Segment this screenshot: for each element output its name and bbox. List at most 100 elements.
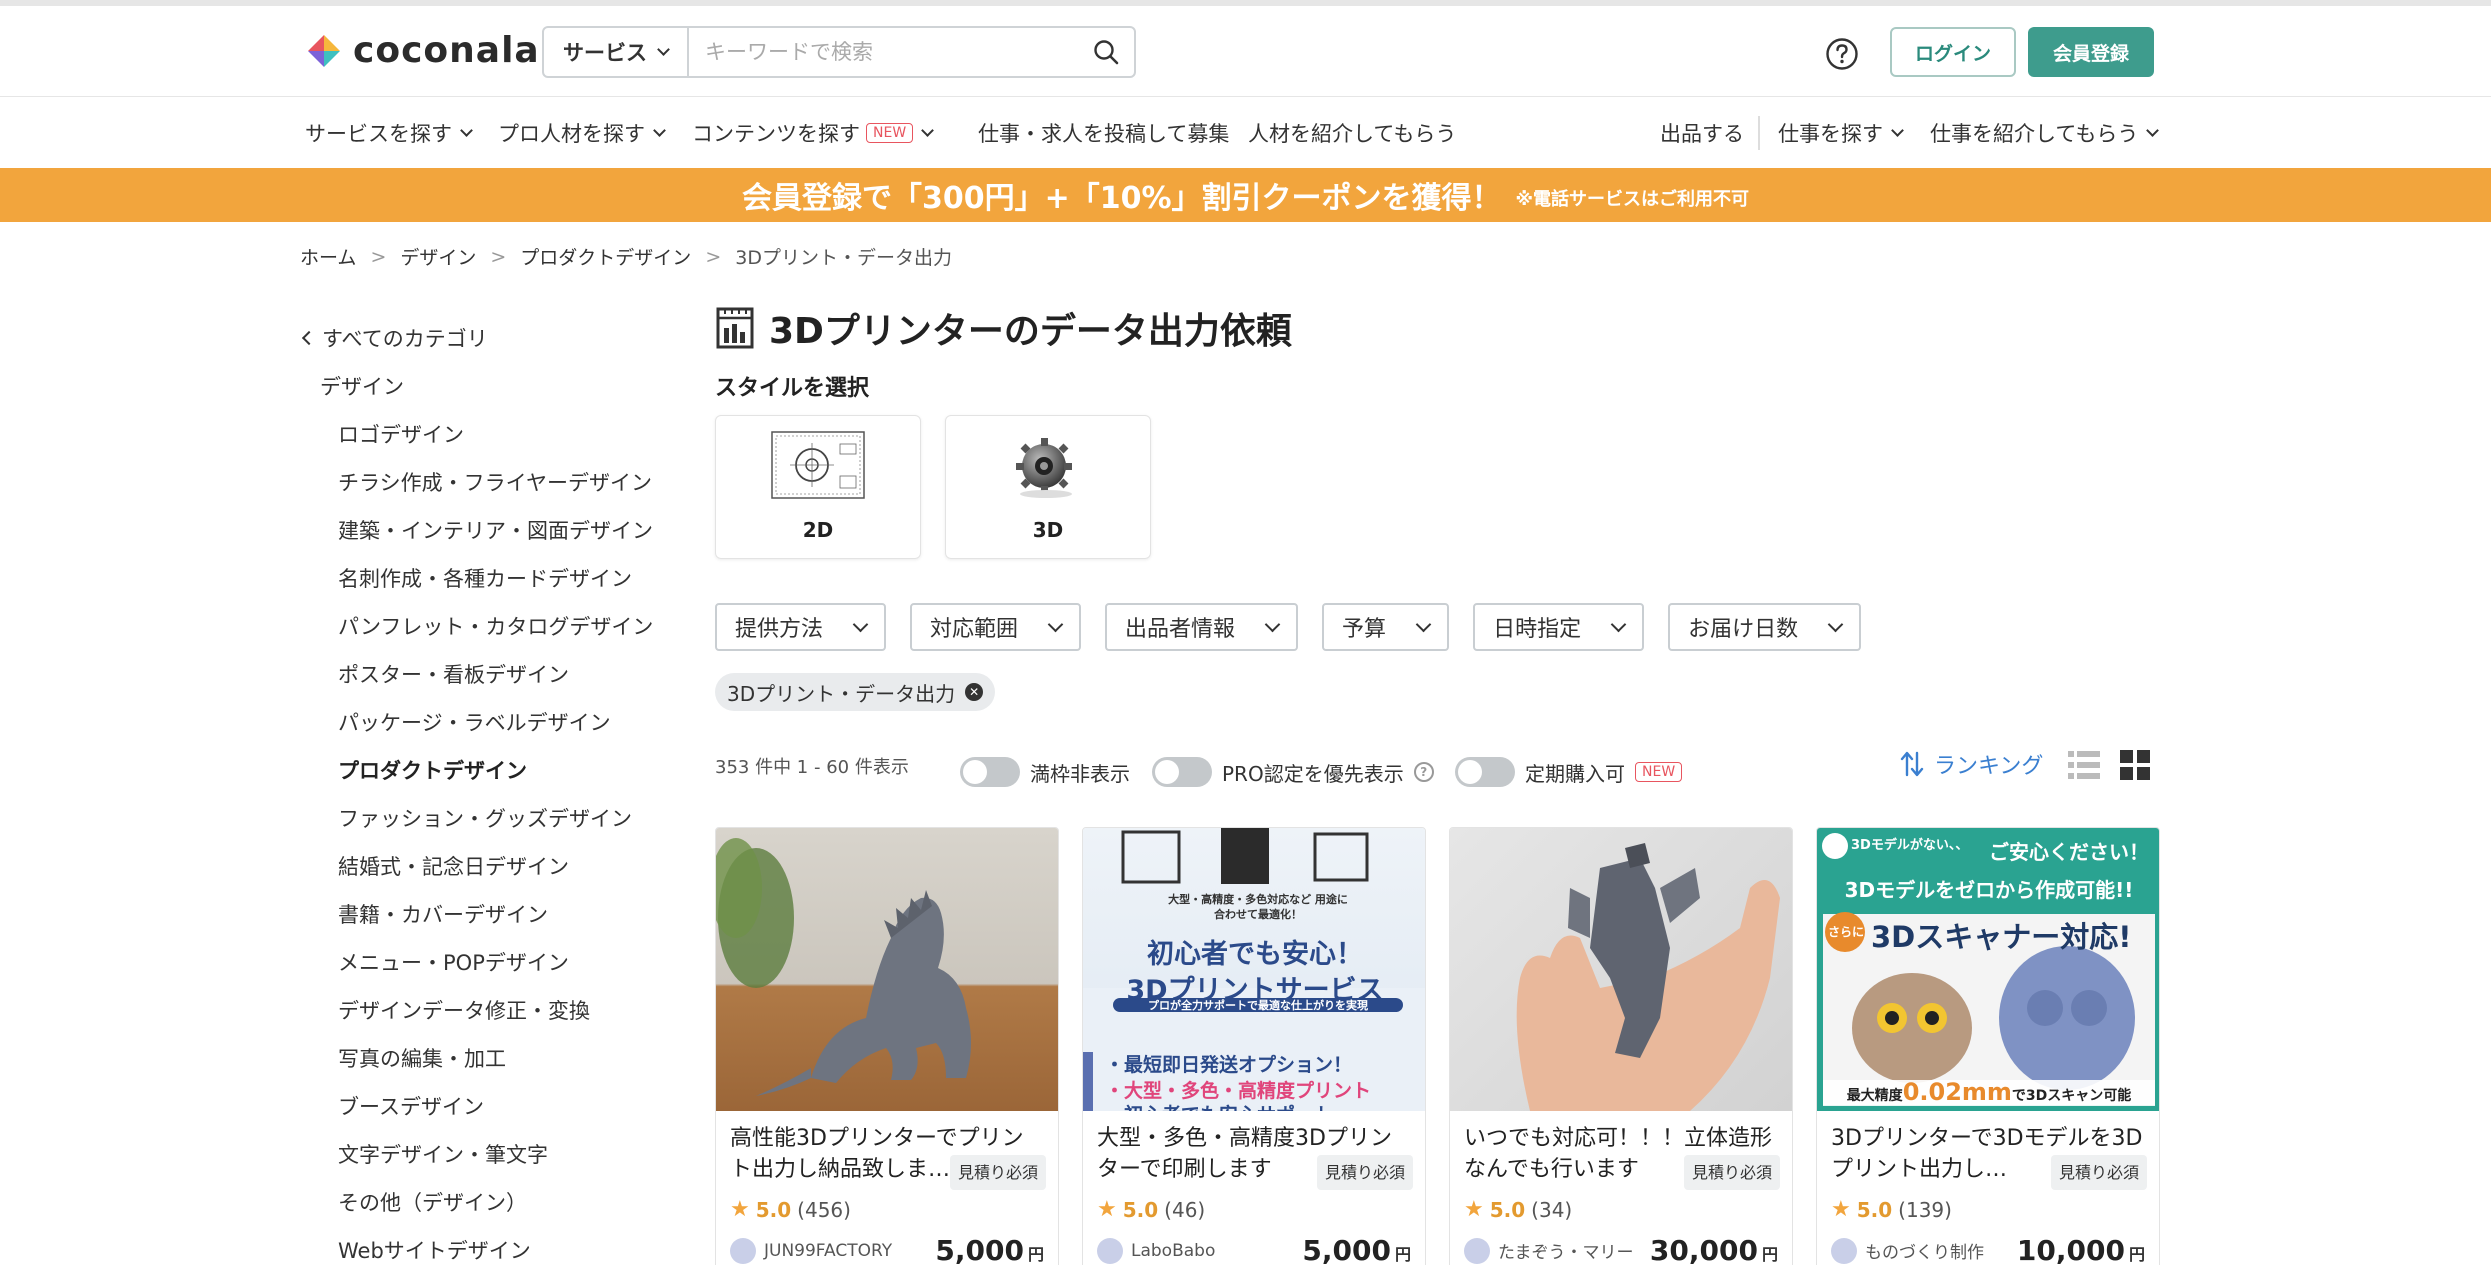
- signup-button[interactable]: 会員登録: [2028, 27, 2154, 77]
- sidebar-item-architecture-design[interactable]: 建築・インテリア・図面デザイン: [300, 506, 680, 554]
- search-category-select[interactable]: サービス: [544, 28, 689, 76]
- toggle-switch[interactable]: [1455, 757, 1515, 787]
- toggle-pro-priority[interactable]: PRO認定を優先表示 ?: [1152, 757, 1434, 787]
- promo-strip: プロが全力サポートで最適な仕上がりを実現: [1148, 999, 1368, 1012]
- breadcrumb-separator: >: [705, 245, 722, 268]
- list-view-icon[interactable]: [2068, 750, 2100, 780]
- sidebar-item-menu-design[interactable]: メニュー・POPデザイン: [300, 938, 680, 986]
- active-filter-label: 3Dプリント・データ出力: [727, 681, 956, 706]
- service-card[interactable]: 3Dモデルがない、、 ご安心ください！ 3Dモデルをゼロから作成可能!! さらに…: [1816, 827, 2160, 1265]
- style-card-2d[interactable]: 2D: [715, 415, 921, 559]
- promo-bottom-suffix: で3Dスキャン可能: [2011, 1088, 2132, 1104]
- new-badge: NEW: [1635, 762, 1683, 782]
- sidebar-item-wedding-design[interactable]: 結婚式・記念日デザイン: [300, 842, 680, 890]
- question-icon[interactable]: ?: [1413, 762, 1434, 782]
- seller-name[interactable]: LaboBabo: [1131, 1241, 1215, 1261]
- sidebar-item-other-design[interactable]: その他（デザイン）: [300, 1178, 680, 1226]
- filter-scope[interactable]: 対応範囲: [910, 603, 1082, 651]
- service-title[interactable]: いつでも対応可！！！立体造形なんでも行います 見積り必須: [1450, 1111, 1792, 1193]
- sidebar-item-photo-edit[interactable]: 写真の編集・加工: [300, 1034, 680, 1082]
- sidebar-item-card-design[interactable]: 名刺作成・各種カードデザイン: [300, 554, 680, 602]
- service-image-robot-figure[interactable]: [1450, 828, 1792, 1111]
- filter-delivery-method[interactable]: 提供方法: [715, 603, 887, 651]
- sidebar-item-data-fix[interactable]: デザインデータ修正・変換: [300, 986, 680, 1034]
- service-title[interactable]: 大型・多色・高精度3Dプリンターで印刷します 見積り必須: [1083, 1111, 1425, 1193]
- nav-search-contents[interactable]: コンテンツを探す NEW: [692, 97, 935, 168]
- toggle-switch[interactable]: [1152, 757, 1212, 787]
- close-icon[interactable]: ✕: [965, 683, 984, 701]
- avatar[interactable]: [1831, 1237, 1857, 1264]
- sidebar-item-lettering-design[interactable]: 文字デザイン・筆文字: [300, 1130, 680, 1178]
- logo-text: coconala: [353, 30, 540, 71]
- avatar[interactable]: [1097, 1237, 1123, 1264]
- estimate-badge: 見積り必須: [2050, 1155, 2147, 1190]
- promo-bottom-prefix: 最大精度: [1846, 1088, 1903, 1104]
- toggle-label: 満枠非表示: [1030, 761, 1130, 786]
- nav-label: プロ人材を探す: [498, 121, 645, 146]
- price: 5,000 円: [1302, 1234, 1411, 1265]
- review-count: (34): [1531, 1197, 1573, 1222]
- sort-ranking[interactable]: ランキング: [1900, 748, 2043, 780]
- service-card[interactable]: 大型・高精度・多色対応など 用途に合わせて最適化！ 初心者でも安心！ 3Dプリン…: [1082, 827, 1426, 1265]
- sidebar-item-fashion-design[interactable]: ファッション・グッズデザイン: [300, 794, 680, 842]
- service-card[interactable]: いつでも対応可！！！立体造形なんでも行います 見積り必須 ★ 5.0 (34) …: [1449, 827, 1793, 1265]
- sidebar-item-web-design[interactable]: Webサイトデザイン: [300, 1226, 680, 1265]
- search-input[interactable]: [689, 28, 1078, 76]
- avatar[interactable]: [730, 1237, 756, 1264]
- service-image-godzilla[interactable]: [716, 828, 1058, 1111]
- service-image-3d-scanner[interactable]: 3Dモデルがない、、 ご安心ください！ 3Dモデルをゼロから作成可能!! さらに…: [1817, 828, 2159, 1111]
- search-button[interactable]: [1078, 28, 1134, 76]
- nav-sell[interactable]: 出品する: [1660, 97, 1744, 168]
- toggle-subscription[interactable]: 定期購入可 NEW: [1455, 757, 1683, 787]
- rating: ★ 5.0 (139): [1817, 1193, 2159, 1226]
- sidebar-all-categories[interactable]: すべてのカテゴリ: [300, 314, 680, 362]
- service-title[interactable]: 高性能3Dプリンターでプリント出力し納品致しま… 見積り必須: [716, 1111, 1058, 1193]
- seller-row: JUN99FACTORY 5,000 円: [716, 1226, 1058, 1265]
- price-currency: 円: [2128, 1245, 2145, 1264]
- promo-banner[interactable]: 会員登録で「300円」+「10%」割引クーポンを獲得！ ※電話サービスはご利用不…: [0, 168, 2491, 222]
- service-card[interactable]: 高性能3Dプリンターでプリント出力し納品致しま… 見積り必須 ★ 5.0 (45…: [715, 827, 1059, 1265]
- nav-find-work[interactable]: 仕事を探す: [1778, 97, 1904, 168]
- rating-score: 5.0: [1856, 1197, 1893, 1222]
- seller-name[interactable]: JUN99FACTORY: [764, 1241, 892, 1261]
- nav-introduce-work[interactable]: 仕事を紹介してもらう: [1930, 97, 2160, 168]
- login-button[interactable]: ログイン: [1890, 27, 2016, 77]
- sidebar-item-booth-design[interactable]: ブースデザイン: [300, 1082, 680, 1130]
- toggle-switch[interactable]: [960, 757, 1020, 787]
- nav-post-job[interactable]: 仕事・求人を投稿して募集: [978, 97, 1229, 168]
- filter-delivery-days[interactable]: お届け日数: [1668, 603, 1862, 651]
- seller-name[interactable]: たまぞう・マリー: [1498, 1238, 1634, 1263]
- seller-name[interactable]: ものづくり制作: [1865, 1238, 1984, 1263]
- service-image-3dprint-service[interactable]: 大型・高精度・多色対応など 用途に合わせて最適化！ 初心者でも安心！ 3Dプリン…: [1083, 828, 1425, 1111]
- filter-seller-info[interactable]: 出品者情報: [1105, 603, 1299, 651]
- grid-view-icon[interactable]: [2120, 750, 2150, 780]
- chevron-down-icon: [852, 616, 869, 632]
- service-title[interactable]: 3Dプリンターで3Dモデルを3Dプリント出力し… 見積り必須: [1817, 1111, 2159, 1193]
- sidebar-parent-design[interactable]: デザイン: [300, 362, 680, 410]
- nav-search-services[interactable]: サービスを探す: [305, 97, 473, 168]
- promo-circle-text: さらに: [1827, 925, 1864, 939]
- toggle-hide-full[interactable]: 満枠非表示: [960, 757, 1130, 787]
- breadcrumb-design[interactable]: デザイン: [400, 243, 476, 270]
- sidebar-item-poster-design[interactable]: ポスター・看板デザイン: [300, 650, 680, 698]
- avatar[interactable]: [1464, 1237, 1490, 1264]
- sidebar-item-pamphlet-design[interactable]: パンフレット・カタログデザイン: [300, 602, 680, 650]
- logo[interactable]: coconala: [305, 30, 540, 71]
- nav-label: コンテンツを探す: [692, 121, 860, 146]
- nav-introduce-talent[interactable]: 人材を紹介してもらう: [1248, 97, 1456, 168]
- style-card-3d[interactable]: 3D: [945, 415, 1151, 559]
- nav-search-pros[interactable]: プロ人材を探す: [498, 97, 666, 168]
- help-icon[interactable]: [1825, 37, 1859, 71]
- sidebar-item-product-design[interactable]: プロダクトデザイン: [300, 746, 680, 794]
- sidebar-item-book-design[interactable]: 書籍・カバーデザイン: [300, 890, 680, 938]
- price-currency: 円: [1027, 1245, 1044, 1264]
- sidebar-item-logo-design[interactable]: ロゴデザイン: [300, 410, 680, 458]
- filter-label: 提供方法: [735, 617, 824, 642]
- breadcrumb-home[interactable]: ホーム: [300, 243, 356, 270]
- owl-scan-illustration-icon: [1822, 833, 2155, 1106]
- breadcrumb-product-design[interactable]: プロダクトデザイン: [520, 243, 691, 270]
- filter-budget[interactable]: 予算: [1322, 603, 1450, 651]
- sidebar-item-package-design[interactable]: パッケージ・ラベルデザイン: [300, 698, 680, 746]
- filter-datetime[interactable]: 日時指定: [1473, 603, 1645, 651]
- sidebar-item-flyer-design[interactable]: チラシ作成・フライヤーデザイン: [300, 458, 680, 506]
